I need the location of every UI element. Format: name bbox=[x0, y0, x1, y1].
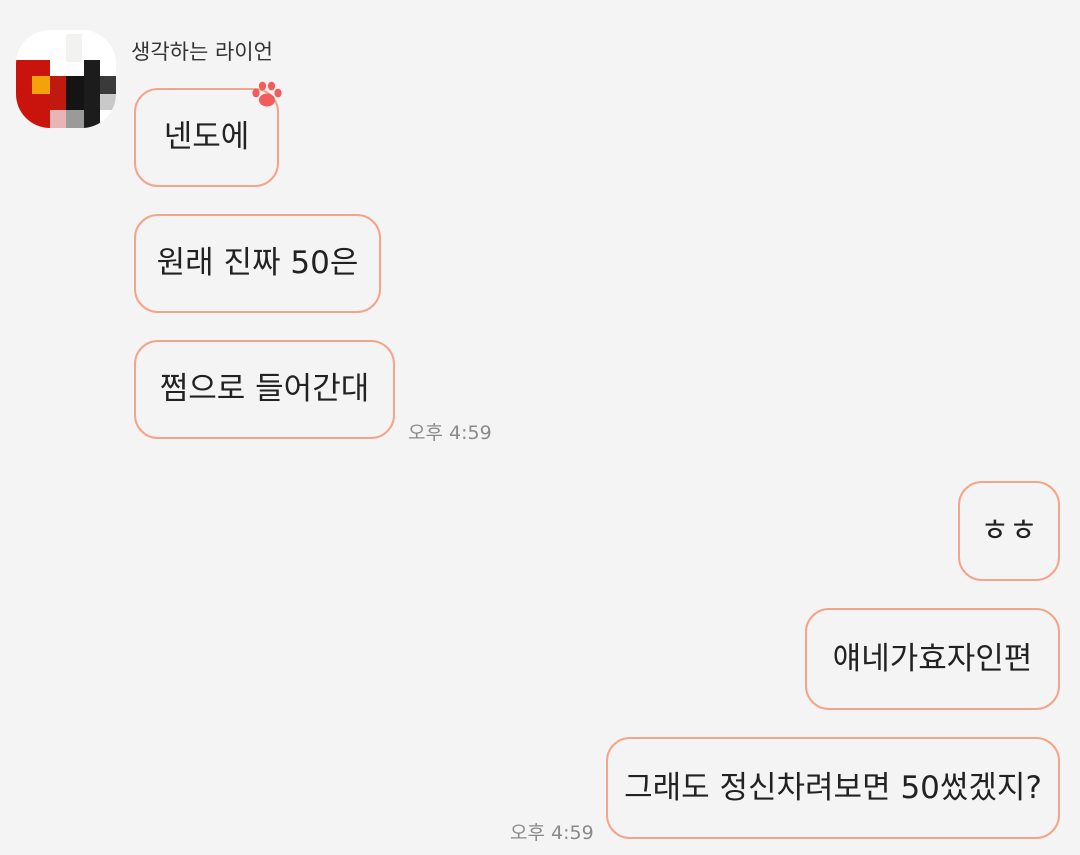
message-text: 얘네가효자인편 bbox=[832, 640, 1033, 677]
message-text: 쩜으로 들어간대 bbox=[159, 371, 370, 407]
message-text: 그래도 정신차려보면 50썼겠지? bbox=[624, 769, 1042, 806]
paw-icon bbox=[252, 81, 282, 107]
message-timestamp: 오후 4:59 bbox=[510, 822, 594, 844]
message-text: ㅎㅎ bbox=[980, 512, 1038, 549]
message-text: 넨도에 bbox=[163, 119, 250, 155]
avatar[interactable] bbox=[16, 30, 116, 128]
outgoing-message[interactable]: ㅎㅎ bbox=[958, 481, 1060, 581]
incoming-message[interactable]: 쩜으로 들어간대 bbox=[134, 340, 395, 439]
outgoing-message[interactable]: 그래도 정신차려보면 50썼겠지? bbox=[606, 737, 1060, 839]
outgoing-message[interactable]: 얘네가효자인편 bbox=[805, 608, 1060, 710]
incoming-message[interactable]: 원래 진짜 50은 bbox=[134, 214, 381, 313]
sender-name: 생각하는 라이언 bbox=[131, 40, 273, 64]
message-timestamp: 오후 4:59 bbox=[408, 422, 492, 444]
message-text: 원래 진짜 50은 bbox=[156, 245, 359, 281]
